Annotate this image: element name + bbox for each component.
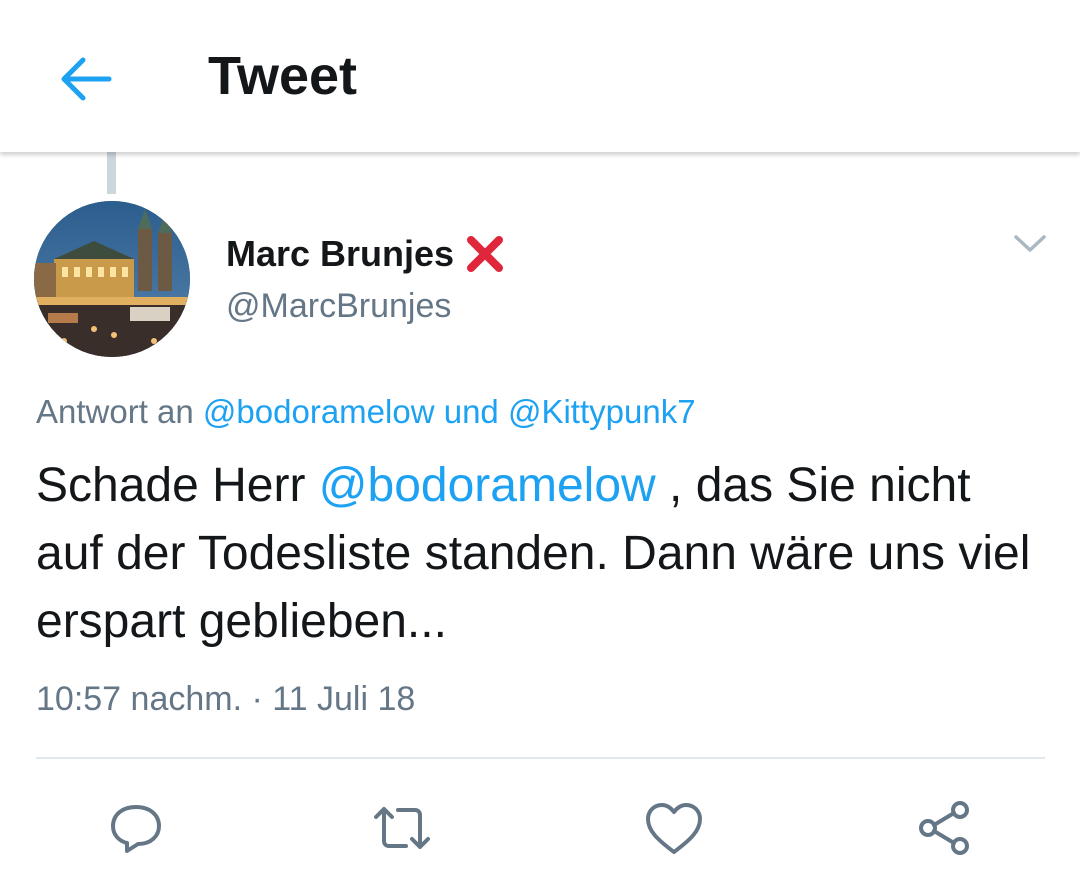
reply-to-line: Antwort an @bodoramelow und @Kittypunk7 — [36, 390, 696, 434]
avatar[interactable] — [34, 201, 190, 357]
like-icon — [646, 803, 702, 854]
chevron-down-icon — [1014, 235, 1046, 252]
tweet-text-start: Schade Herr — [36, 459, 319, 512]
avatar-image — [34, 201, 190, 357]
reply-to-prefix: Antwort an — [36, 393, 194, 430]
author-handle[interactable]: @MarcBrunjes — [226, 284, 451, 328]
tweet-text: Schade Herr @bodoramelow , das Sie nicht… — [36, 452, 1046, 656]
retweet-icon — [374, 807, 430, 849]
mention-link[interactable]: @bodoramelow — [319, 459, 656, 512]
thread-connector-line — [107, 152, 116, 194]
retweet-button[interactable] — [370, 796, 434, 860]
tweet-time: 10:57 nachm. — [36, 680, 243, 718]
red-cross-mark-icon — [467, 236, 504, 272]
page-title: Tweet — [208, 46, 358, 106]
author-name-row[interactable]: Marc Brunjes — [226, 230, 506, 278]
reply-to-user-link[interactable]: @Kittypunk7 — [508, 393, 696, 430]
reply-to-user-link[interactable]: @bodoramelow — [203, 393, 435, 430]
like-button[interactable] — [642, 796, 706, 860]
tweet-timestamp: 10:57 nachm. · 11 Juli 18 — [36, 676, 415, 722]
reply-to-join[interactable]: und — [444, 393, 499, 430]
top-bar: Tweet — [0, 0, 1080, 152]
reply-button[interactable] — [104, 796, 168, 860]
tweet-date: 11 Juli 18 — [272, 680, 416, 718]
tweet-menu-button[interactable] — [1008, 222, 1052, 266]
reply-icon — [111, 805, 161, 853]
timestamp-separator: · — [251, 680, 263, 718]
arrow-left-icon — [61, 57, 112, 101]
share-icon — [919, 801, 969, 855]
share-button[interactable] — [912, 796, 976, 860]
author-name: Marc Brunjes — [226, 233, 455, 274]
back-button[interactable] — [52, 46, 118, 112]
divider — [36, 757, 1045, 759]
